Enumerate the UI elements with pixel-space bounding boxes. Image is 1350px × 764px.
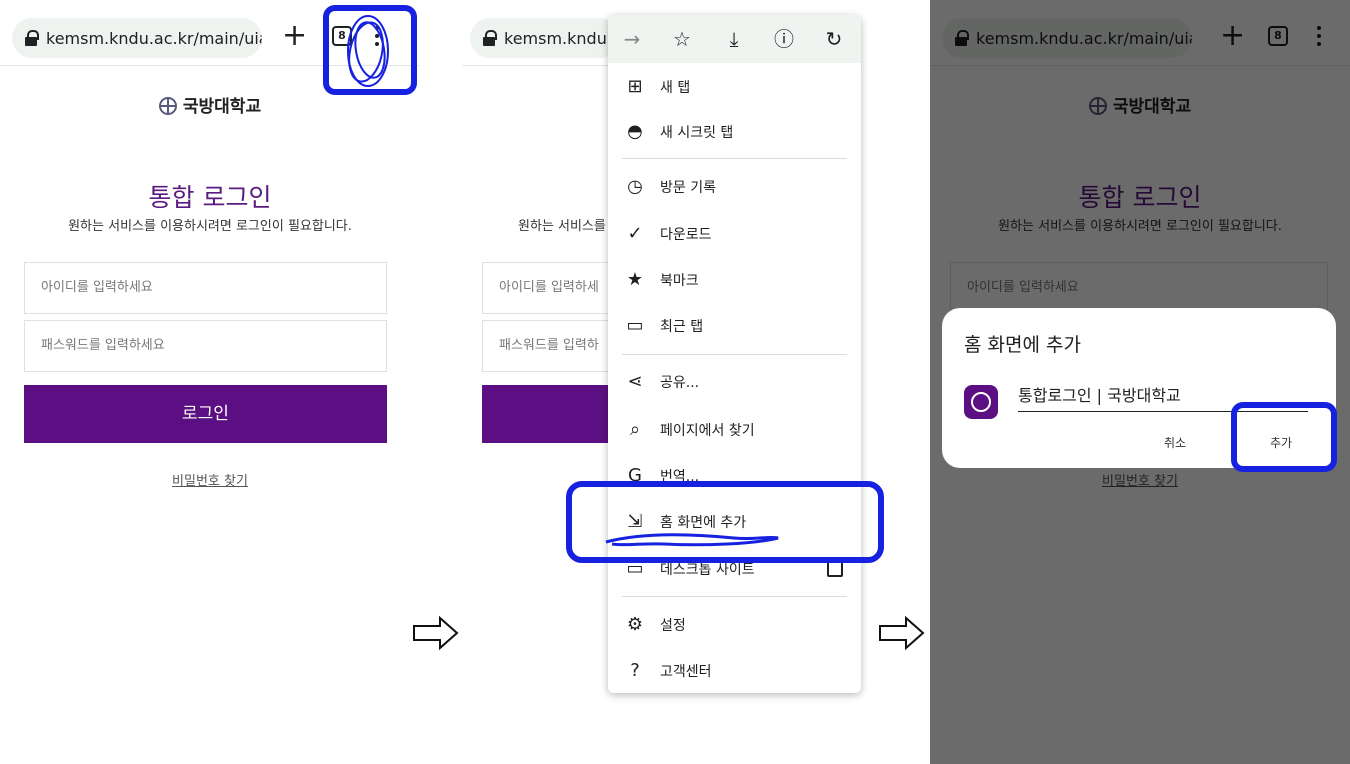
cancel-button[interactable]: 취소 <box>1164 434 1186 451</box>
history-icon: ◷ <box>627 176 643 197</box>
info-icon[interactable]: ⓘ <box>768 23 800 55</box>
step-arrow-icon <box>879 615 925 651</box>
menu-divider <box>622 596 847 597</box>
menu-item-incognito[interactable]: ◓ 새 시크릿 탭 <box>608 110 861 154</box>
highlight-add-button <box>1231 402 1337 472</box>
url-text: kemsm.kndu.a <box>504 28 620 48</box>
menu-item-history[interactable]: ◷ 방문 기록 <box>608 165 861 209</box>
scribble-circle <box>347 15 389 87</box>
menu-item-help[interactable]: ? 고객센터 <box>608 649 861 693</box>
tutorial-canvas: kemsm.kndu.ac.kr/main/uia/a + 8 국방대학교 통합… <box>0 0 1350 764</box>
page-title: 통합 로그인 <box>148 183 272 212</box>
id-input[interactable]: 아이디를 입력하세요 <box>24 262 387 314</box>
star-icon: ★ <box>626 269 644 290</box>
downloads-icon: ✓ <box>627 223 643 244</box>
address-bar[interactable]: kemsm.kndu.a <box>470 18 620 58</box>
emblem-icon <box>158 97 177 115</box>
forward-icon[interactable]: → <box>616 23 648 55</box>
url-text: kemsm.kndu.ac.kr/main/uia/a <box>46 28 262 48</box>
menu-divider <box>622 354 847 355</box>
step-arrow-icon <box>413 615 459 651</box>
page-subtitle: 원하는 서비스를 이용하시려면 로그인이 필요합니다. <box>518 219 618 234</box>
devices-icon: ▭ <box>626 315 644 336</box>
screen-login-page: kemsm.kndu.ac.kr/main/uia/a + 8 국방대학교 통합… <box>0 0 420 764</box>
menu-item-settings[interactable]: ⚙ 설정 <box>608 603 861 647</box>
menu-action-row: → ☆ ⤓ ⓘ ↻ <box>608 15 861 63</box>
lock-icon <box>482 30 497 46</box>
menu-item-bookmarks[interactable]: ★ 북마크 <box>608 258 861 302</box>
scribble-underline <box>605 533 779 547</box>
login-button[interactable]: 로그인 <box>24 385 387 443</box>
menu-item-recent-tabs[interactable]: ▭ 최근 탭 <box>608 304 861 348</box>
share-icon: ⋖ <box>627 371 643 392</box>
new-tab-icon: ⊞ <box>627 76 643 97</box>
menu-divider <box>622 158 847 159</box>
find-in-page-icon: ⌕ <box>629 419 641 440</box>
menu-item-find-in-page[interactable]: ⌕ 페이지에서 찾기 <box>608 408 861 452</box>
lock-icon <box>24 30 39 46</box>
app-icon <box>964 385 998 419</box>
bookmark-star-icon[interactable]: ☆ <box>666 23 698 55</box>
new-tab-button[interactable]: + <box>282 18 307 54</box>
help-icon: ? <box>630 660 640 681</box>
address-bar[interactable]: kemsm.kndu.ac.kr/main/uia/a <box>12 18 262 58</box>
settings-icon: ⚙ <box>626 614 644 635</box>
download-icon[interactable]: ⤓ <box>718 23 750 55</box>
password-input[interactable]: 패스워드를 입력하세요 <box>24 320 387 372</box>
brand-name: 국방대학교 <box>182 97 262 117</box>
menu-item-share[interactable]: ⋖ 공유... <box>608 360 861 404</box>
desktop-site-checkbox[interactable] <box>827 561 843 577</box>
highlight-add-to-home <box>566 481 884 563</box>
menu-item-new-tab[interactable]: ⊞ 새 탭 <box>608 65 861 109</box>
overflow-menu: → ☆ ⤓ ⓘ ↻ ⊞ 새 탭 ◓ 새 시크릿 탭 ◷ 방문 기록 ✓ 다운로드 ★ 북마… <box>608 15 861 693</box>
reload-icon[interactable]: ↻ <box>818 23 850 55</box>
find-password-link[interactable]: 비밀번호 찾기 <box>0 470 420 489</box>
page-subtitle: 원하는 서비스를 이용하시려면 로그인이 필요합니다. <box>68 219 352 234</box>
incognito-icon: ◓ <box>627 121 643 142</box>
dialog-title: 홈 화면에 추가 <box>964 334 1081 356</box>
menu-item-downloads[interactable]: ✓ 다운로드 <box>608 212 861 256</box>
site-logo: 국방대학교 <box>0 92 420 117</box>
